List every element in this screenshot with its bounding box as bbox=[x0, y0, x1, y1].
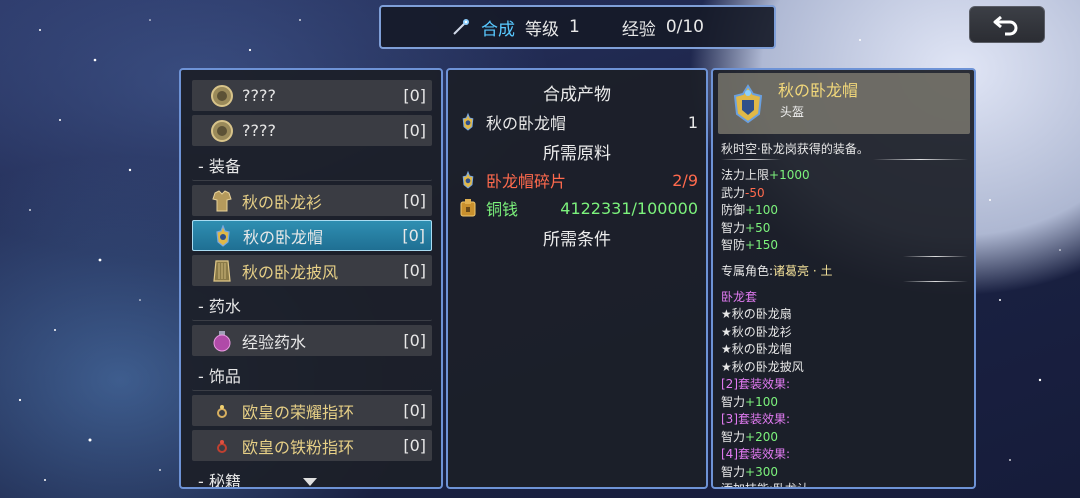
back-arrow-icon bbox=[993, 15, 1018, 35]
craft-status-bar: 合成 等级 1 经验 0/10 bbox=[379, 5, 776, 49]
mode-label: 合成 bbox=[480, 19, 515, 40]
money-line: 铜钱 4122331/100000 bbox=[458, 196, 698, 220]
product-qty: 1 bbox=[687, 112, 698, 132]
back-button[interactable] bbox=[969, 6, 1045, 43]
item-detail-header: 秋の卧龙帽 头盔 bbox=[718, 73, 970, 134]
detail-item-name: 秋の卧龙帽 bbox=[778, 81, 859, 100]
list-item[interactable]: 欧皇の铁粉指环 [0] bbox=[192, 430, 432, 461]
craft-recipe-panel: 合成产物 秋の卧龙帽 1 所需原料 卧龙帽碎片 2/9 铜钱 4122331/1… bbox=[446, 68, 708, 489]
product-header: 合成产物 bbox=[543, 85, 611, 105]
divider bbox=[873, 159, 968, 160]
stat-line: 智防+150 bbox=[721, 238, 778, 252]
gold-coin-icon bbox=[210, 119, 234, 143]
ring-icon bbox=[210, 399, 234, 423]
set-item: ★秋の卧龙衫 bbox=[721, 325, 792, 339]
item-name: ???? bbox=[242, 86, 276, 105]
potion-icon bbox=[210, 329, 234, 353]
set-bonus-label: [4]套装效果: bbox=[721, 447, 791, 461]
category-label: - 装备 bbox=[198, 157, 241, 176]
level-value: 1 bbox=[568, 17, 580, 37]
item-count: [0] bbox=[403, 331, 426, 350]
category-potion[interactable]: - 药水 bbox=[192, 290, 432, 321]
item-name: 欧皇の荣耀指环 bbox=[242, 402, 355, 422]
skill-line: 添加技能:卧龙认 bbox=[721, 482, 810, 489]
copper-coin-icon bbox=[458, 197, 478, 219]
category-equipment[interactable]: - 装备 bbox=[192, 150, 432, 181]
set-item: ★秋の卧龙扇 bbox=[721, 307, 792, 321]
list-item[interactable]: ???? [0] bbox=[192, 115, 432, 146]
category-accessory[interactable]: - 饰品 bbox=[192, 360, 432, 391]
product-line: 秋の卧龙帽 1 bbox=[458, 110, 698, 134]
item-name: 秋の卧龙衫 bbox=[242, 192, 323, 212]
list-item-selected[interactable]: 秋の卧龙帽 [0] bbox=[192, 220, 432, 251]
set-bonus-stat: 智力+300 bbox=[721, 465, 778, 479]
detail-item-type: 头盔 bbox=[780, 105, 805, 119]
item-name: 经验药水 bbox=[242, 332, 307, 352]
conditions-header: 所需条件 bbox=[543, 230, 611, 250]
red-ring-icon bbox=[210, 434, 234, 458]
money-name: 铜钱 bbox=[486, 200, 519, 219]
set-item: ★秋の卧龙披风 bbox=[721, 360, 804, 374]
level-label: 等级 bbox=[524, 19, 559, 40]
divider bbox=[903, 256, 968, 257]
product-name: 秋の卧龙帽 bbox=[486, 114, 567, 133]
magic-wand-icon bbox=[453, 19, 469, 35]
divider bbox=[903, 281, 968, 282]
stat-line: 武力-50 bbox=[721, 186, 765, 200]
stat-line: 法力上限+1000 bbox=[721, 168, 810, 182]
helmet-icon bbox=[733, 84, 763, 124]
helmet-fragment-icon bbox=[458, 169, 478, 191]
category-label: - 饰品 bbox=[198, 367, 241, 386]
set-bonus-label: [3]套装效果: bbox=[721, 412, 791, 426]
item-count: [0] bbox=[403, 261, 426, 280]
divider bbox=[721, 159, 781, 160]
item-count: [0] bbox=[403, 86, 426, 105]
set-name: 卧龙套 bbox=[721, 290, 758, 304]
recipe-list-panel[interactable]: ???? [0] ???? [0] - 装备 秋の卧龙衫 [0] 秋の卧龙帽 [… bbox=[179, 68, 443, 489]
exp-label: 经验 bbox=[621, 19, 656, 40]
item-count: [0] bbox=[403, 436, 426, 455]
item-count: [0] bbox=[403, 401, 426, 420]
material-qty: 2/9 bbox=[672, 170, 698, 190]
item-name: ???? bbox=[242, 121, 276, 140]
item-description: 秋时空·卧龙岗获得的装备。 bbox=[721, 142, 869, 156]
stat-line: 智力+50 bbox=[721, 221, 771, 235]
list-item[interactable]: 秋の卧龙披风 [0] bbox=[192, 255, 432, 286]
gold-coin-icon bbox=[210, 84, 234, 108]
set-item: ★秋の卧龙帽 bbox=[721, 342, 792, 356]
list-item[interactable]: 欧皇の荣耀指环 [0] bbox=[192, 395, 432, 426]
set-bonus-label: [2]套装效果: bbox=[721, 377, 791, 391]
material-line[interactable]: 卧龙帽碎片 2/9 bbox=[458, 168, 698, 192]
item-name: 秋の卧龙披风 bbox=[242, 262, 339, 282]
exclusive-role: 专属角色:诸葛亮 · 土 bbox=[721, 264, 833, 278]
item-count: [0] bbox=[403, 121, 426, 140]
money-value: 4122331/100000 bbox=[560, 198, 698, 218]
stat-line: 防御+100 bbox=[721, 203, 778, 217]
list-item[interactable]: 经验药水 [0] bbox=[192, 325, 432, 356]
category-label: - 秘籍 bbox=[198, 472, 241, 489]
item-count: [0] bbox=[403, 191, 426, 210]
item-name: 欧皇の铁粉指环 bbox=[242, 437, 355, 457]
item-detail-panel: 秋の卧龙帽 头盔 秋时空·卧龙岗获得的装备。 法力上限+1000 武力-50 防… bbox=[711, 68, 976, 489]
item-name: 秋の卧龙帽 bbox=[243, 227, 324, 247]
item-count: [0] bbox=[402, 226, 425, 245]
scroll-down-icon[interactable] bbox=[303, 478, 317, 486]
material-name: 卧龙帽碎片 bbox=[486, 172, 567, 191]
category-label: - 药水 bbox=[198, 297, 241, 316]
helmet-icon bbox=[458, 111, 478, 133]
cape-icon bbox=[210, 259, 234, 283]
exp-value: 0/10 bbox=[665, 17, 704, 37]
armor-icon bbox=[210, 189, 234, 213]
materials-header: 所需原料 bbox=[543, 144, 611, 164]
set-bonus-stat: 智力+100 bbox=[721, 395, 778, 409]
list-item[interactable]: ???? [0] bbox=[192, 80, 432, 111]
list-item[interactable]: 秋の卧龙衫 [0] bbox=[192, 185, 432, 216]
helmet-icon bbox=[211, 224, 235, 248]
set-bonus-stat: 智力+200 bbox=[721, 430, 778, 444]
